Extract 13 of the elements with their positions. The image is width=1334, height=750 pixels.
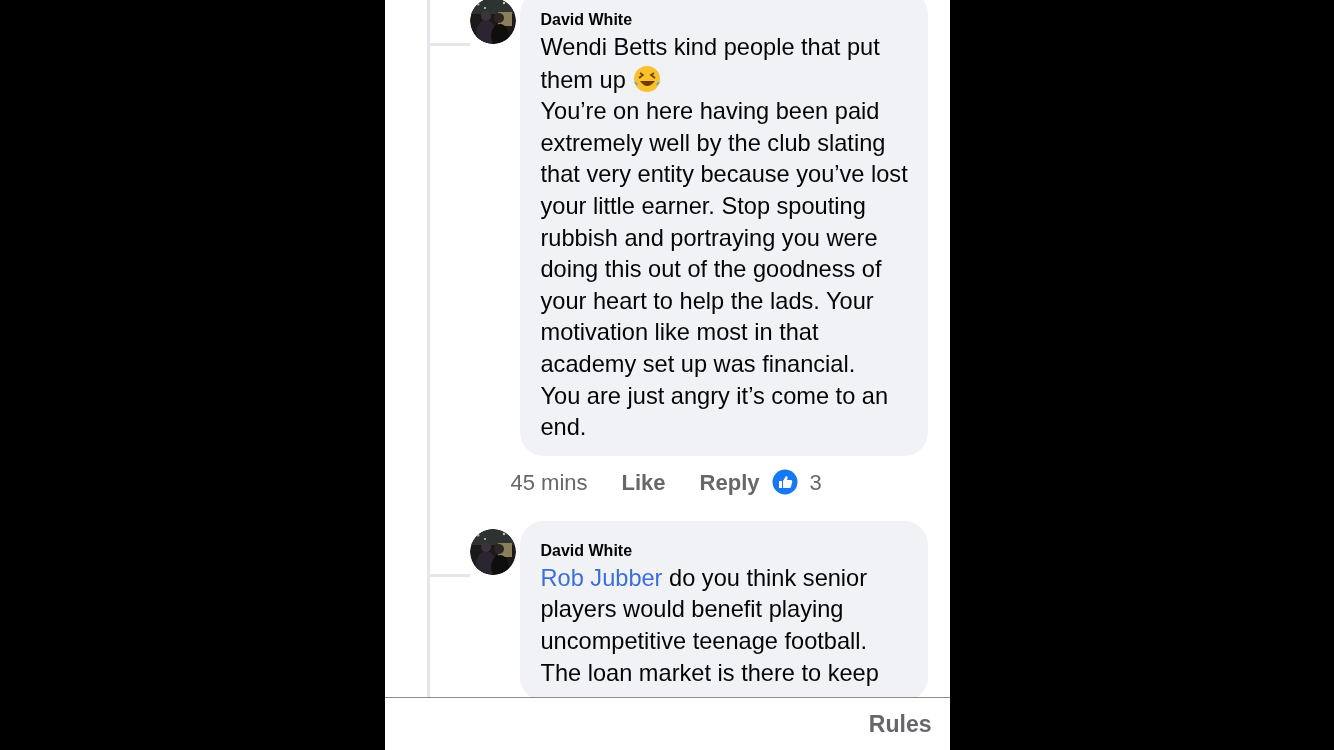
thumbs-up-icon	[771, 469, 798, 496]
author-name[interactable]: David White	[540, 10, 910, 30]
rules-link[interactable]: Rules	[868, 706, 932, 742]
reply-link[interactable]: Reply	[699, 465, 760, 499]
timestamp: 45 mins	[510, 468, 588, 497]
like-link[interactable]: Like	[621, 465, 666, 499]
comment-text: Rob Jubber do you think senior players would benefit playing uncompetitive teenage football. The loan market is there to keep	[540, 563, 880, 688]
comment-text: You’re on here having been paid extremely well by the club slating that very entity because you’ve lost your little earner. Stop spouting rubbish and portraying you were doing this out of the goodness of your heart to help the lads. Your motivation like most in that academy set up was financial.	[540, 97, 909, 379]
mention-link[interactable]: Rob Jubber	[540, 564, 663, 591]
comment-text: Wendi Betts kind people that put them up	[540, 33, 881, 96]
author-name[interactable]: David White	[540, 540, 910, 561]
reaction-count: 3	[809, 468, 822, 497]
comment-text: You are just angry it’s come to an end.	[540, 381, 890, 443]
